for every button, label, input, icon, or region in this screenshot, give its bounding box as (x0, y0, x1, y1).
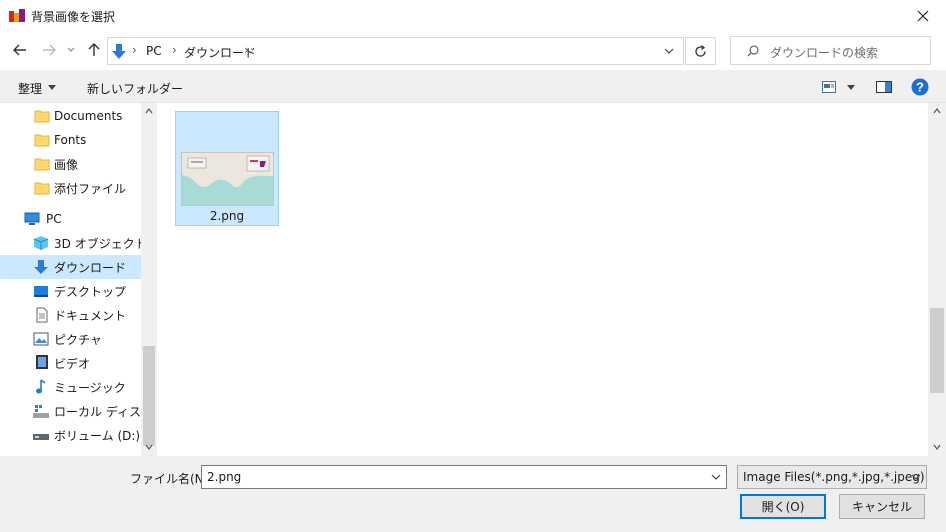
cube-icon (33, 236, 49, 250)
folder-icon (34, 134, 50, 147)
sidebar-item-label: 画像 (54, 157, 79, 172)
image-thumbnail (181, 152, 274, 206)
filename-field[interactable]: 2.png (201, 465, 727, 489)
document-icon (36, 307, 48, 323)
scroll-down-icon[interactable] (145, 444, 153, 450)
file-name: 2.png (209, 209, 245, 223)
sidebar-item-videos[interactable]: ビデオ (0, 351, 141, 375)
refresh-button[interactable] (685, 37, 716, 65)
sidebar-item-label: ダウンロード (54, 260, 127, 275)
file-type-filter[interactable]: Image Files(*.png,*.jpg,*.jpeg) (737, 465, 927, 489)
breadcrumb-separator-icon: › (172, 43, 177, 57)
window-title: 背景画像を選択 (31, 10, 116, 24)
sidebar-item-pc[interactable]: PC (0, 207, 141, 231)
recent-locations-button[interactable] (63, 39, 79, 61)
scroll-up-icon[interactable] (145, 108, 153, 114)
svg-text:?: ? (916, 80, 924, 95)
sidebar-item-label: PC (46, 212, 62, 226)
dialog-footer: ファイル名(N): 2.png Image Files(*.png,*.jpg,… (0, 456, 946, 532)
breadcrumb-pc[interactable]: PC (146, 44, 162, 58)
folder-icon (34, 182, 50, 195)
scroll-down-icon[interactable] (933, 444, 941, 450)
folder-icon (34, 158, 50, 171)
forward-button[interactable] (38, 39, 60, 61)
drive-icon (33, 405, 49, 418)
sidebar-item-label: Fonts (54, 133, 87, 147)
sidebar-item-label: デスクトップ (54, 284, 127, 299)
sidebar-item-volume-d[interactable]: ボリューム (D:) (0, 423, 141, 447)
sidebar-item-label: ボリューム (D:) (54, 428, 141, 443)
address-bar[interactable]: › PC › ダウンロード › (107, 37, 684, 65)
sidebar-item-desktop[interactable]: デスクトップ (0, 279, 141, 303)
sidebar-item-label: Documents (54, 109, 123, 123)
organize-button[interactable]: 整理 (18, 80, 42, 97)
sidebar-item-documents[interactable]: Documents (0, 104, 141, 128)
download-icon (112, 44, 126, 59)
sidebar-item-music[interactable]: ミュージック (0, 375, 141, 399)
drive-icon (33, 434, 49, 440)
sidebar-item-pictures[interactable]: ピクチャ (0, 327, 141, 351)
folder-icon (34, 110, 50, 123)
sidebar-item-downloads[interactable]: ダウンロード (0, 255, 141, 279)
close-button[interactable] (906, 2, 940, 29)
view-dropdown-icon[interactable] (847, 85, 855, 90)
up-button[interactable] (83, 39, 105, 61)
navigation-pane: Documents Fonts 画像 添付ファイル PC 3D オブジェクト ダ… (0, 103, 157, 456)
file-item[interactable]: 2.png (175, 111, 279, 226)
search-input[interactable]: ダウンロードの検索 (770, 44, 878, 61)
sidebar-item-attachments[interactable]: 添付ファイル (0, 176, 141, 200)
sidebar-item-local-disk[interactable]: ローカル ディスク (C (0, 399, 157, 423)
sidebar-scrollbar[interactable] (141, 103, 157, 456)
organize-dropdown-icon (48, 85, 56, 90)
file-list-scrollbar[interactable] (928, 103, 946, 456)
sidebar-item-label: 3D オブジェクト (54, 236, 147, 251)
thumbnail-image (182, 153, 273, 205)
filename-value[interactable]: 2.png (207, 470, 241, 484)
forward-arrow-icon (43, 44, 56, 56)
music-icon (36, 379, 46, 394)
chevron-down-icon[interactable] (711, 474, 721, 481)
chevron-down-icon (67, 47, 75, 52)
close-icon (917, 10, 929, 21)
up-arrow-icon (88, 43, 100, 56)
refresh-icon (695, 44, 706, 57)
sidebar-scroll-thumb[interactable] (143, 346, 155, 446)
back-button[interactable] (9, 39, 31, 61)
chevron-down-icon[interactable] (664, 48, 674, 55)
cancel-button[interactable]: キャンセル (839, 494, 925, 519)
preview-pane-icon[interactable] (876, 81, 892, 93)
sidebar-item-label: ピクチャ (54, 332, 102, 347)
back-arrow-icon (13, 44, 26, 56)
command-toolbar: 整理 新しいフォルダー ? (0, 70, 946, 103)
sidebar-item-3d-objects[interactable]: 3D オブジェクト (0, 231, 147, 255)
view-mode-icon[interactable] (822, 81, 836, 93)
sidebar-item-label: ドキュメント (54, 308, 127, 323)
sidebar-item-fonts[interactable]: Fonts (0, 128, 141, 152)
breadcrumb-separator-icon: › (244, 43, 249, 57)
new-folder-button[interactable]: 新しいフォルダー (87, 80, 183, 97)
search-icon (747, 45, 759, 57)
download-icon (34, 260, 48, 274)
pc-icon (24, 212, 40, 225)
title-bar: 背景画像を選択 (0, 0, 946, 31)
sidebar-item-documents-library[interactable]: ドキュメント (0, 303, 141, 327)
sidebar-item-label: ミュージック (54, 380, 126, 395)
sidebar-item-images[interactable]: 画像 (0, 152, 141, 176)
search-box[interactable]: ダウンロードの検索 (730, 36, 931, 65)
help-icon[interactable]: ? (911, 78, 929, 96)
chevron-down-icon (911, 474, 921, 480)
file-type-value: Image Files(*.png,*.jpg,*.jpeg) (743, 470, 925, 484)
sidebar-item-label: 添付ファイル (54, 181, 127, 196)
file-list-scroll-thumb[interactable] (930, 308, 944, 393)
desktop-icon (34, 286, 48, 297)
sidebar-item-label: ビデオ (54, 356, 91, 371)
breadcrumb-separator-icon: › (132, 43, 137, 57)
picture-icon (33, 332, 49, 346)
app-icon (9, 9, 25, 22)
open-button[interactable]: 開く(O) (740, 494, 826, 519)
scroll-up-icon[interactable] (933, 108, 941, 114)
video-icon (36, 355, 48, 369)
